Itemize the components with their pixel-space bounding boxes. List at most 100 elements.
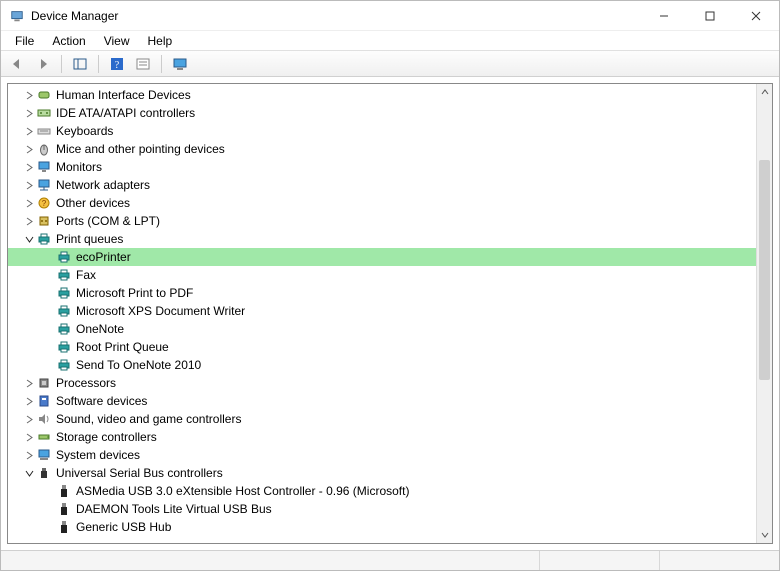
sound-icon <box>36 411 52 427</box>
expander-collapsed-icon[interactable] <box>22 217 36 226</box>
back-button[interactable] <box>5 53 29 75</box>
chevron-up-icon <box>761 88 769 96</box>
expander-collapsed-icon[interactable] <box>22 163 36 172</box>
printer-icon <box>56 321 72 337</box>
expander-collapsed-icon[interactable] <box>22 127 36 136</box>
vertical-scrollbar[interactable] <box>756 84 772 543</box>
properties-button[interactable] <box>131 53 155 75</box>
tree-item[interactable]: System devices <box>8 446 756 464</box>
help-button[interactable]: ? <box>105 53 129 75</box>
printer-icon <box>56 357 72 373</box>
close-button[interactable] <box>733 1 779 30</box>
port-icon <box>36 213 52 229</box>
expander-collapsed-icon[interactable] <box>22 379 36 388</box>
tree-item[interactable]: Network adapters <box>8 176 756 194</box>
tree-item-label: Network adapters <box>56 178 150 192</box>
expander-collapsed-icon[interactable] <box>22 109 36 118</box>
properties-icon <box>135 57 151 71</box>
tree-item[interactable]: IDE ATA/ATAPI controllers <box>8 104 756 122</box>
tree-item[interactable]: Microsoft Print to PDF <box>8 284 756 302</box>
tree-item[interactable]: Processors <box>8 374 756 392</box>
expander-collapsed-icon[interactable] <box>22 91 36 100</box>
printer-icon <box>56 339 72 355</box>
tree-item-label: Ports (COM & LPT) <box>56 214 160 228</box>
expander-collapsed-icon[interactable] <box>22 397 36 406</box>
tree-item[interactable]: Keyboards <box>8 122 756 140</box>
toolbar-separator <box>161 55 162 73</box>
minimize-icon <box>659 11 669 21</box>
chevron-down-icon <box>761 531 769 539</box>
status-cell <box>659 551 779 570</box>
tree-item-label: Generic USB Hub <box>76 520 171 534</box>
close-icon <box>751 11 761 21</box>
menu-action[interactable]: Action <box>44 32 93 50</box>
expander-collapsed-icon[interactable] <box>22 451 36 460</box>
expander-expanded-icon[interactable] <box>22 469 36 478</box>
tree-item[interactable]: Generic USB Hub <box>8 518 756 536</box>
toolbar-separator <box>98 55 99 73</box>
forward-button[interactable] <box>31 53 55 75</box>
expander-collapsed-icon[interactable] <box>22 181 36 190</box>
storage-icon <box>36 429 52 445</box>
tree-item-label: Root Print Queue <box>76 340 169 354</box>
usb-plug-icon <box>56 501 72 517</box>
tree-item[interactable]: Print queues <box>8 230 756 248</box>
scroll-thumb[interactable] <box>759 160 770 380</box>
minimize-button[interactable] <box>641 1 687 30</box>
tree-item-label: Send To OneNote 2010 <box>76 358 201 372</box>
tree-item[interactable]: OneNote <box>8 320 756 338</box>
show-hide-console-button[interactable] <box>68 53 92 75</box>
tree-item[interactable]: Mice and other pointing devices <box>8 140 756 158</box>
status-cell <box>1 551 539 570</box>
arrow-right-icon <box>35 57 51 71</box>
tree-item[interactable]: DAEMON Tools Lite Virtual USB Bus <box>8 500 756 518</box>
tree-item[interactable]: Microsoft XPS Document Writer <box>8 302 756 320</box>
menu-view[interactable]: View <box>96 32 138 50</box>
tree-item[interactable]: ASMedia USB 3.0 eXtensible Host Controll… <box>8 482 756 500</box>
expander-collapsed-icon[interactable] <box>22 145 36 154</box>
tree-item-label: Monitors <box>56 160 102 174</box>
expander-collapsed-icon[interactable] <box>22 433 36 442</box>
titlebar: Device Manager <box>1 1 779 31</box>
expander-collapsed-icon[interactable] <box>22 199 36 208</box>
tree-item-label: DAEMON Tools Lite Virtual USB Bus <box>76 502 272 516</box>
scan-hardware-button[interactable] <box>168 53 192 75</box>
svg-text:?: ? <box>115 60 120 71</box>
arrow-left-icon <box>9 57 25 71</box>
tree-item[interactable]: Sound, video and game controllers <box>8 410 756 428</box>
status-cell <box>539 551 659 570</box>
tree-item-label: Human Interface Devices <box>56 88 191 102</box>
toolbar-separator <box>61 55 62 73</box>
tree-item[interactable]: ?Other devices <box>8 194 756 212</box>
tree-item-label: OneNote <box>76 322 124 336</box>
expander-expanded-icon[interactable] <box>22 235 36 244</box>
scroll-down-button[interactable] <box>757 527 772 543</box>
device-tree[interactable]: Human Interface Devices IDE ATA/ATAPI con… <box>8 84 756 543</box>
panel-icon <box>72 57 88 71</box>
software-icon <box>36 393 52 409</box>
network-icon <box>36 177 52 193</box>
tree-item[interactable]: ecoPrinter <box>8 248 756 266</box>
tree-item-label: Keyboards <box>56 124 113 138</box>
tree-item[interactable]: Software devices <box>8 392 756 410</box>
printer-icon <box>36 231 52 247</box>
tree-item[interactable]: Universal Serial Bus controllers <box>8 464 756 482</box>
tree-item[interactable]: Root Print Queue <box>8 338 756 356</box>
tree-item[interactable]: Send To OneNote 2010 <box>8 356 756 374</box>
menu-help[interactable]: Help <box>140 32 181 50</box>
tree-item[interactable]: Storage controllers <box>8 428 756 446</box>
menu-file[interactable]: File <box>7 32 42 50</box>
tree-item-label: Fax <box>76 268 96 282</box>
scroll-up-button[interactable] <box>757 84 772 100</box>
tree-item[interactable]: Human Interface Devices <box>8 86 756 104</box>
tree-item-label: ASMedia USB 3.0 eXtensible Host Controll… <box>76 484 409 498</box>
tree-item[interactable]: Ports (COM & LPT) <box>8 212 756 230</box>
tree-item[interactable]: Fax <box>8 266 756 284</box>
tree-item-label: Universal Serial Bus controllers <box>56 466 223 480</box>
tree-item[interactable]: Monitors <box>8 158 756 176</box>
scroll-track[interactable] <box>757 100 772 527</box>
tree-item-label: Mice and other pointing devices <box>56 142 225 156</box>
app-icon <box>9 8 25 24</box>
expander-collapsed-icon[interactable] <box>22 415 36 424</box>
maximize-button[interactable] <box>687 1 733 30</box>
